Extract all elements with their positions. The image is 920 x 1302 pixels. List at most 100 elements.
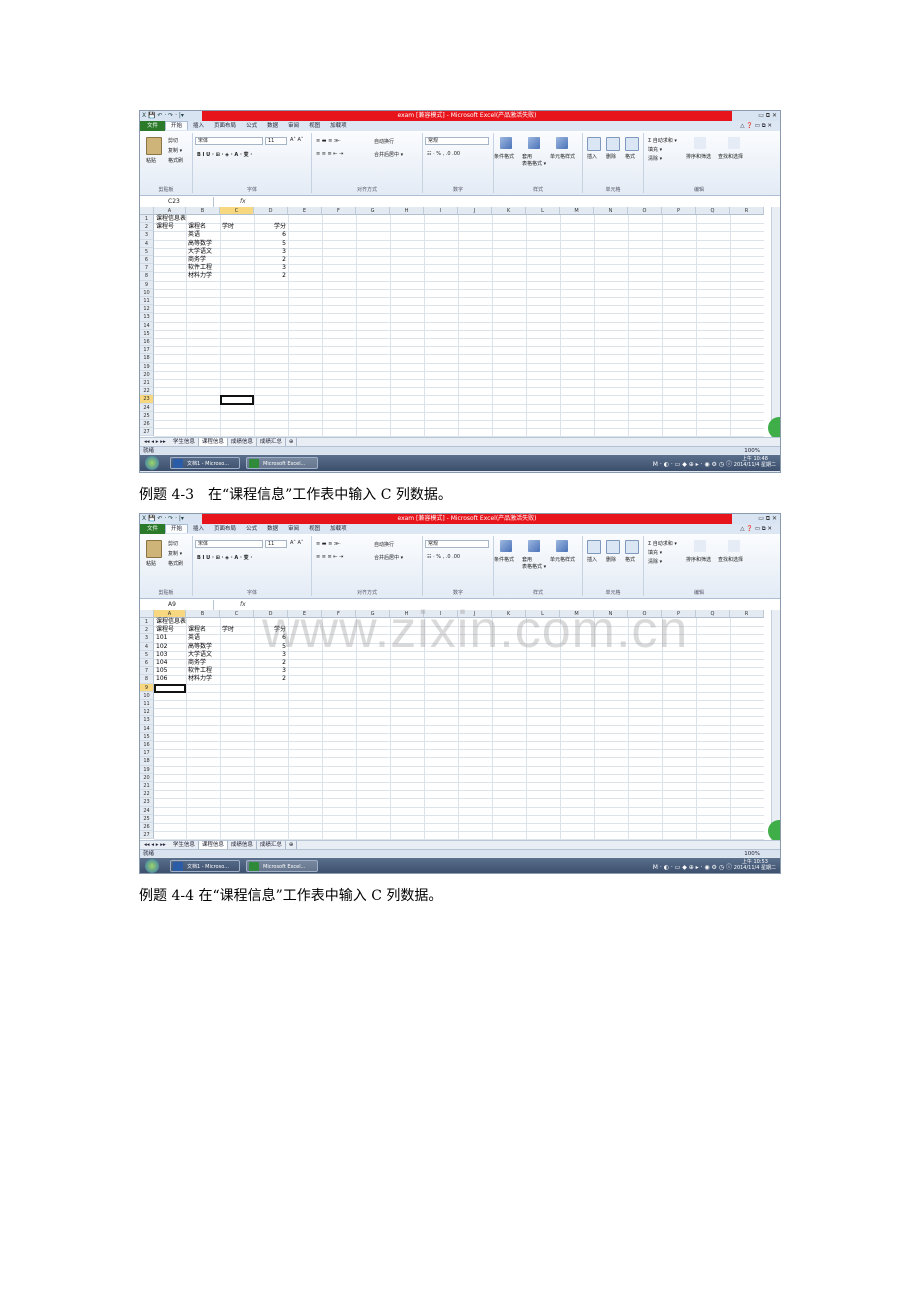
active-cell[interactable] [220, 395, 254, 405]
row-header-24[interactable]: 24 [140, 806, 154, 815]
style-icon-2[interactable] [556, 137, 568, 149]
paste-button[interactable]: 粘贴 [146, 560, 156, 567]
taskbar-excel-button[interactable]: Microsoft Excel... [246, 456, 318, 469]
floating-assistant-icon[interactable] [768, 819, 780, 842]
cell-D5[interactable]: 3 [254, 248, 286, 256]
bold-italic-underline[interactable]: B I U · ⊞ · ◈ · A · 变 · [197, 151, 252, 158]
cell-C2[interactable]: 学时 [222, 223, 234, 231]
insert-cells-button[interactable]: 插入 [587, 153, 597, 160]
tab-5[interactable]: 数据 [262, 121, 283, 131]
conditional-format-button[interactable]: 条件格式 [494, 556, 514, 563]
column-header-D[interactable]: D [254, 207, 288, 215]
cell-A8[interactable]: 106 [156, 675, 167, 683]
select-all-corner[interactable] [140, 610, 154, 618]
merge-center-button[interactable]: 合并后居中 ▾ [374, 554, 403, 561]
tab-1[interactable]: 开始 [165, 524, 189, 533]
align-buttons[interactable]: ≡ ▬ ≡ ≫· [316, 138, 341, 144]
delete-cells-button[interactable]: 删除 [606, 153, 616, 160]
merge-center-button[interactable]: 合并后居中 ▾ [374, 151, 403, 158]
font-name-select[interactable]: 宋体 [195, 540, 263, 548]
fill-button[interactable]: 填充 ▾ [648, 146, 662, 153]
cell-D7[interactable]: 3 [254, 264, 286, 272]
fill-button[interactable]: 填充 ▾ [648, 549, 662, 556]
sheet-tab-3[interactable]: 成绩信息 [228, 437, 257, 446]
row-header-25[interactable]: 25 [140, 814, 154, 823]
insert-sheet-icon[interactable]: ⊕ [286, 840, 298, 849]
find-icon[interactable] [728, 137, 740, 149]
sheet-tab-3[interactable]: 成绩信息 [228, 840, 257, 849]
row-header-4[interactable]: 4 [140, 239, 154, 248]
cell-B4[interactable]: 高等数学 [188, 240, 212, 248]
format-cells-button[interactable]: 格式 [625, 556, 635, 563]
cell-B5[interactable]: 大学语文 [188, 651, 212, 659]
system-tray-icons[interactable]: M · ◐ · ▭ ◆ ⊕ ▸ · ◉ ⚙ ◷ ⓘ [653, 459, 732, 468]
cell-B3[interactable]: 英语 [188, 634, 200, 642]
row-header-8[interactable]: 8 [140, 675, 154, 684]
cell-B8[interactable]: 材料力学 [188, 272, 212, 280]
row-header-1[interactable]: 1 [140, 215, 154, 224]
tab-6[interactable]: 审阅 [283, 121, 304, 131]
column-header-I[interactable]: I [424, 207, 458, 215]
cell-B4[interactable]: 高等数学 [188, 643, 212, 651]
table-format-button[interactable]: 套用 表格格式 ▾ [522, 153, 546, 167]
cell-B7[interactable]: 软件工程 [188, 264, 212, 272]
cell-D7[interactable]: 3 [254, 667, 286, 675]
taskbar-word-button[interactable]: 文档1 - Microso... [170, 456, 240, 469]
column-header-A[interactable]: A [154, 610, 186, 618]
format-painter-button[interactable]: 格式刷 [168, 560, 183, 567]
row-header-6[interactable]: 6 [140, 256, 154, 265]
cell-style-button[interactable]: 单元格样式 [550, 153, 575, 160]
delete-cells-icon[interactable] [606, 137, 620, 151]
row-header-25[interactable]: 25 [140, 411, 154, 420]
name-box[interactable]: C23 [140, 197, 214, 207]
cell-A1[interactable]: 课程信息表 [156, 215, 186, 223]
row-header-12[interactable]: 12 [140, 305, 154, 314]
row-header-17[interactable]: 17 [140, 749, 154, 758]
paste-button[interactable]: 粘贴 [146, 157, 156, 164]
row-header-11[interactable]: 11 [140, 297, 154, 306]
column-header-P[interactable]: P [662, 207, 696, 215]
row-header-24[interactable]: 24 [140, 403, 154, 412]
sheet-tab-1[interactable]: 学生信息 [170, 840, 199, 849]
row-header-27[interactable]: 27 [140, 428, 154, 437]
row-header-23[interactable]: 23 [140, 798, 154, 807]
column-header-K[interactable]: K [492, 207, 526, 215]
row-header-4[interactable]: 4 [140, 642, 154, 651]
cell-A6[interactable]: 104 [156, 659, 167, 667]
bold-italic-underline[interactable]: B I U · ⊞ · ◈ · A · 变 · [197, 554, 252, 561]
row-header-18[interactable]: 18 [140, 757, 154, 766]
number-format-select[interactable]: 常规 [425, 137, 489, 145]
start-button[interactable] [145, 858, 159, 873]
formula-input[interactable] [252, 197, 778, 207]
column-header-R[interactable]: R [730, 207, 764, 215]
sort-filter-button[interactable]: 排序和筛选 [686, 556, 711, 563]
table-format-button[interactable]: 套用 表格格式 ▾ [522, 556, 546, 570]
copy-button[interactable]: 复制 ▾ [168, 550, 182, 557]
sheet-tab-2[interactable]: 课程信息 [198, 840, 228, 849]
cell-D3[interactable]: 6 [254, 231, 286, 239]
row-header-21[interactable]: 21 [140, 379, 154, 388]
column-header-N[interactable]: N [594, 207, 628, 215]
insert-sheet-icon[interactable]: ⊕ [286, 437, 298, 446]
sheet-nav-arrows[interactable]: ◂◂ ◂ ▸ ▸▸ [140, 842, 170, 848]
column-header-B[interactable]: B [186, 610, 220, 618]
style-icon-0[interactable] [500, 137, 512, 149]
row-header-16[interactable]: 16 [140, 338, 154, 347]
font-size-select[interactable]: 11 [265, 137, 287, 145]
row-header-1[interactable]: 1 [140, 618, 154, 627]
sort-icon[interactable] [694, 540, 706, 552]
row-header-21[interactable]: 21 [140, 782, 154, 791]
row-header-15[interactable]: 15 [140, 329, 154, 338]
window-controls[interactable]: ▭ ⧉ ✕ [758, 514, 777, 524]
format-cells-icon[interactable] [625, 137, 639, 151]
column-header-O[interactable]: O [628, 207, 662, 215]
row-header-19[interactable]: 19 [140, 765, 154, 774]
cell-A4[interactable]: 102 [156, 643, 167, 651]
autosum-button[interactable]: Σ 自动求和 ▾ [648, 540, 677, 547]
grow-shrink-font[interactable]: A˄ A˅ [290, 137, 303, 143]
cell-B3[interactable]: 英语 [188, 231, 200, 239]
align-buttons[interactable]: ≡ ▬ ≡ ≫· [316, 541, 341, 547]
row-header-5[interactable]: 5 [140, 650, 154, 659]
wrap-text-button[interactable]: 自动换行 [374, 541, 394, 548]
column-header-H[interactable]: H [390, 207, 424, 215]
